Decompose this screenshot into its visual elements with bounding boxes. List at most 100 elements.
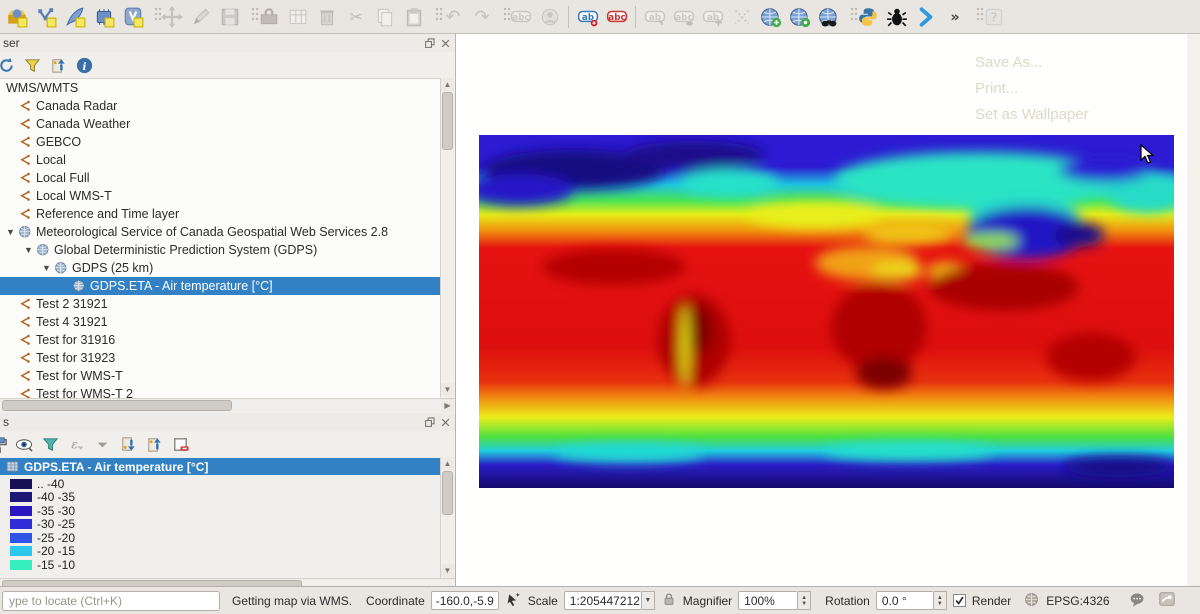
remove-layer-icon[interactable] <box>171 435 190 454</box>
legend-item[interactable]: -25 -20 <box>0 531 440 545</box>
legend-swatch <box>10 479 32 489</box>
expand-all-icon[interactable] <box>119 435 138 454</box>
legend-item[interactable]: -15 -10 <box>0 558 440 572</box>
tree-item[interactable]: Test for 31916 <box>0 331 440 349</box>
tree-item[interactable]: Local <box>0 151 440 169</box>
lock-scale-icon[interactable] <box>661 591 677 610</box>
rotation-spinner[interactable]: 0.0 ° ▲▼ <box>876 591 947 610</box>
toolbar-overflow-icon[interactable]: » <box>941 3 968 30</box>
scroll-up-icon[interactable]: ▲ <box>441 457 454 470</box>
tree-item[interactable]: ▼Meteorological Service of Canada Geospa… <box>0 223 440 241</box>
tree-item[interactable]: Local WMS-T <box>0 187 440 205</box>
tree-item[interactable]: WMS/WMTS <box>0 79 440 97</box>
coordinate-input[interactable]: -160.0,-5.9 <box>431 591 499 610</box>
tree-item[interactable]: Test for WMS-T 2 <box>0 385 440 398</box>
paste-features-icon <box>400 3 427 30</box>
map-image <box>479 135 1174 488</box>
layer-labeling-icon[interactable]: ab <box>574 3 601 30</box>
tree-item[interactable]: Test for WMS-T <box>0 367 440 385</box>
tree-item[interactable]: Local Full <box>0 169 440 187</box>
browser-hscroll-thumb[interactable] <box>2 400 232 411</box>
crs-globe-icon[interactable] <box>1023 591 1040 611</box>
layers-vscroll-thumb[interactable] <box>442 471 453 515</box>
locator-input[interactable] <box>2 591 220 611</box>
magnifier-spinner[interactable]: 100% ▲▼ <box>738 591 811 610</box>
render-checkbox[interactable] <box>953 594 966 607</box>
legend-item[interactable]: -20 -15 <box>0 545 440 559</box>
filter-expression-icon[interactable]: ε <box>67 435 86 454</box>
toolbar-separator <box>568 6 569 28</box>
new-spatialite-layer-icon[interactable] <box>90 3 117 30</box>
collapse-all-icon[interactable] <box>49 56 68 75</box>
layers-vertical-scrollbar[interactable]: ▲ ▼ <box>440 457 454 578</box>
qgis-logo-icon[interactable] <box>1157 590 1177 611</box>
scroll-down-icon[interactable]: ▼ <box>441 564 454 577</box>
tree-item[interactable]: ▼GDPS (25 km) <box>0 259 440 277</box>
scroll-up-icon[interactable]: ▲ <box>441 78 454 91</box>
crs-code[interactable]: EPSG:4326 <box>1046 594 1109 608</box>
map-canvas[interactable]: Save As...Print...Set as Wallpaper <box>457 34 1200 586</box>
browser-horizontal-scrollbar[interactable]: ▶ <box>0 398 455 412</box>
scale-dropdown-icon[interactable]: ▼ <box>642 591 655 610</box>
filter-legend-icon[interactable] <box>41 435 60 454</box>
filter-browser-icon[interactable] <box>23 56 42 75</box>
scale-combo[interactable]: 1:205447212 ▼ <box>564 591 655 610</box>
metasearch-add-icon[interactable] <box>757 3 784 30</box>
browser-panel-close-button[interactable] <box>438 36 452 50</box>
scale-value: 1:205447212 <box>564 591 642 610</box>
raster-layer-icon <box>4 459 21 475</box>
layers-panel-close-button[interactable] <box>438 415 452 429</box>
layer-item-gdps-eta[interactable]: GDPS.ETA - Air temperature [°C] <box>0 458 440 475</box>
properties-widget-icon[interactable]: i <box>75 56 94 75</box>
legend-label: .. -40 <box>37 477 64 491</box>
tree-item[interactable]: Canada Radar <box>0 97 440 115</box>
extent-toggle-icon[interactable] <box>505 591 522 611</box>
legend-item[interactable]: .. -40 <box>0 477 440 491</box>
rotation-spin-icons[interactable]: ▲▼ <box>934 591 947 610</box>
report-bug-icon[interactable] <box>883 3 910 30</box>
browser-vscroll-thumb[interactable] <box>442 92 453 150</box>
scroll-right-icon[interactable]: ▶ <box>441 399 454 412</box>
new-shapefile-layer-icon[interactable] <box>61 3 88 30</box>
tree-item[interactable]: Canada Weather <box>0 115 440 133</box>
magnifier-spin-icons[interactable]: ▲▼ <box>798 591 811 610</box>
tree-item[interactable]: ▼Global Deterministic Prediction System … <box>0 241 440 259</box>
layer-diagram-icon[interactable]: abc <box>603 3 630 30</box>
tree-item[interactable]: Test 2 31921 <box>0 295 440 313</box>
tree-item-label: WMS/WMTS <box>4 81 78 95</box>
tree-item[interactable]: Test 4 31921 <box>0 313 440 331</box>
expand-arrow-icon[interactable]: ▼ <box>22 245 35 255</box>
collapse-all-icon[interactable] <box>145 435 164 454</box>
metasearch-settings-icon[interactable] <box>786 3 813 30</box>
layer-styling-icon[interactable] <box>0 435 8 454</box>
messages-icon[interactable] <box>1128 591 1147 611</box>
dd-arrow-icon[interactable] <box>93 435 112 454</box>
expand-arrow-icon[interactable]: ▼ <box>4 227 17 237</box>
tree-item-label: Test for 31916 <box>34 333 115 347</box>
metasearch-icon[interactable] <box>815 3 842 30</box>
legend-item[interactable]: -30 -25 <box>0 518 440 532</box>
legend-item[interactable]: -35 -30 <box>0 504 440 518</box>
expand-arrow-icon[interactable]: ▼ <box>40 263 53 273</box>
delete-selected-icon <box>313 3 340 30</box>
refresh-icon[interactable] <box>0 56 16 75</box>
tree-item[interactable]: GDPS.ETA - Air temperature [°C] <box>0 277 440 295</box>
map-themes-icon[interactable] <box>15 435 34 454</box>
python-console-icon[interactable] <box>854 3 881 30</box>
label-clear-icon <box>728 3 755 30</box>
console-chevron-icon[interactable] <box>912 3 939 30</box>
tree-item[interactable]: Reference and Time layer <box>0 205 440 223</box>
scroll-down-icon[interactable]: ▼ <box>441 383 454 396</box>
label-move-icon: ab <box>699 3 726 30</box>
layers-panel-float-button[interactable] <box>422 415 436 429</box>
ghost-menu-item: Set as Wallpaper <box>975 102 1089 128</box>
browser-vertical-scrollbar[interactable]: ▲ ▼ <box>440 78 454 397</box>
new-virtual-layer-icon[interactable] <box>119 3 146 30</box>
browser-panel-float-button[interactable] <box>422 36 436 50</box>
tree-item[interactable]: GEBCO <box>0 133 440 151</box>
label-toolbar-gray-icon: abc <box>507 3 534 30</box>
new-geopackage-layer-icon[interactable] <box>32 3 59 30</box>
tree-item[interactable]: Test for 31923 <box>0 349 440 367</box>
data-source-manager-icon[interactable] <box>3 3 30 30</box>
legend-item[interactable]: -40 -35 <box>0 491 440 505</box>
